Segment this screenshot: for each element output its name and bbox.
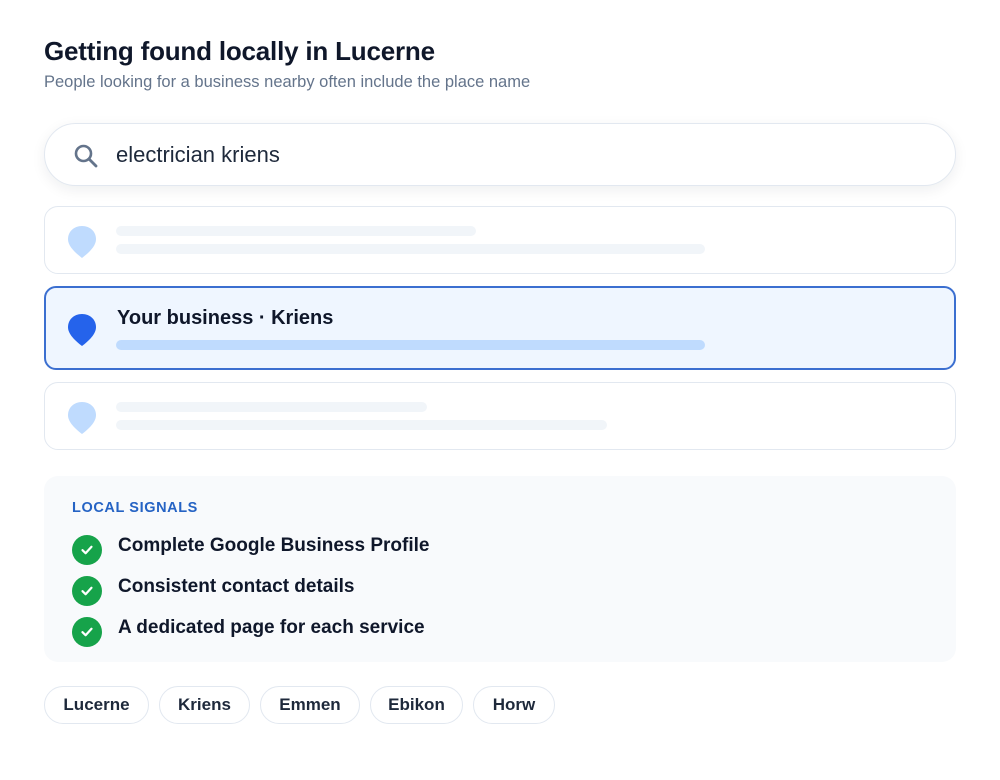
place-chip-lucerne[interactable]: Lucerne xyxy=(44,686,149,724)
page-subtitle: People looking for a business nearby oft… xyxy=(44,73,531,91)
result-placeholder xyxy=(44,206,956,274)
map-pin-icon xyxy=(68,402,96,434)
place-chip-kriens[interactable]: Kriens xyxy=(159,686,250,724)
place-chip-ebikon[interactable]: Ebikon xyxy=(370,686,463,724)
check-icon xyxy=(72,576,102,606)
page-title: Getting found locally in Lucerne xyxy=(44,36,435,66)
signals-heading: LOCAL SIGNALS xyxy=(72,500,198,516)
place-chip-horw[interactable]: Horw xyxy=(473,686,555,724)
check-icon xyxy=(72,617,102,647)
placeholder-line xyxy=(116,226,476,236)
business-name: Your business · Kriens xyxy=(117,307,334,329)
map-pin-icon xyxy=(68,314,96,346)
result-placeholder xyxy=(44,382,956,450)
signal-label: A dedicated page for each service xyxy=(118,617,425,638)
search-icon xyxy=(74,144,98,168)
local-signals-panel: LOCAL SIGNALS Complete Google Business P… xyxy=(44,476,956,662)
map-pin-icon xyxy=(68,226,96,258)
placeholder-line xyxy=(116,244,705,254)
signal-label: Consistent contact details xyxy=(118,576,355,597)
place-chip-emmen[interactable]: Emmen xyxy=(260,686,360,724)
placeholder-line xyxy=(116,402,427,412)
placeholder-line xyxy=(116,420,607,430)
search-query[interactable]: electrician kriens xyxy=(116,142,280,168)
placeholder-line xyxy=(116,340,705,350)
result-your-business[interactable]: Your business · Kriens xyxy=(44,286,956,370)
search-bar[interactable]: electrician kriens xyxy=(44,123,956,186)
signal-label: Complete Google Business Profile xyxy=(118,535,430,556)
check-icon xyxy=(72,535,102,565)
